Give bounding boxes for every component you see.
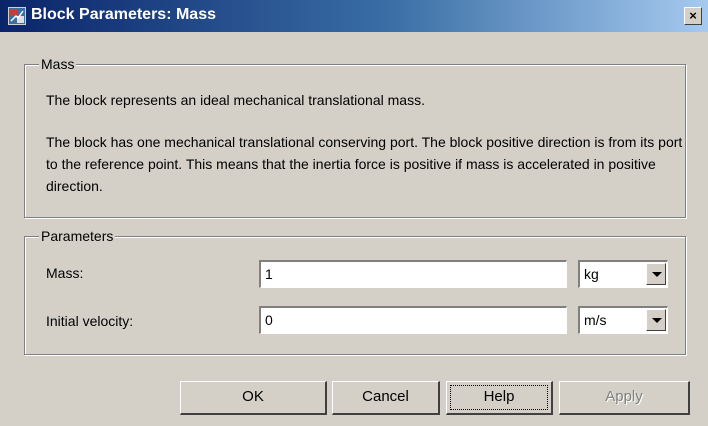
mass-label: Mass: [46, 265, 84, 281]
description-line-2: The block has one mechanical translation… [46, 134, 683, 194]
chevron-down-icon[interactable] [646, 263, 666, 285]
description-group-legend: Mass [39, 56, 77, 72]
title-bar[interactable]: Block Parameters: Mass × [0, 0, 708, 32]
simulink-block-icon [8, 7, 26, 25]
apply-button-label: Apply [605, 388, 643, 405]
help-button[interactable]: Help [446, 381, 553, 415]
initial-velocity-unit-value: m/s [584, 312, 607, 328]
window-title: Block Parameters: Mass [31, 6, 216, 23]
chevron-down-icon[interactable] [646, 309, 666, 331]
mass-input[interactable]: 1 [259, 260, 567, 288]
mass-unit-dropdown[interactable]: kg [578, 260, 668, 288]
parameters-group: Parameters [24, 228, 686, 355]
cancel-button-label: Cancel [362, 388, 409, 405]
apply-button[interactable]: Apply [559, 381, 690, 415]
description-line-1: The block represents an ideal mechanical… [46, 92, 425, 108]
parameters-group-legend: Parameters [39, 228, 116, 244]
initial-velocity-unit-dropdown[interactable]: m/s [578, 306, 668, 334]
initial-velocity-label: Initial velocity: [46, 313, 134, 329]
close-button[interactable]: × [684, 7, 702, 25]
close-icon: × [689, 8, 697, 23]
cancel-button[interactable]: Cancel [332, 381, 440, 415]
focus-rect [450, 385, 548, 410]
ok-button-label: OK [242, 388, 264, 405]
ok-button[interactable]: OK [180, 381, 327, 415]
mass-unit-value: kg [584, 266, 599, 282]
initial-velocity-input[interactable]: 0 [259, 306, 567, 334]
